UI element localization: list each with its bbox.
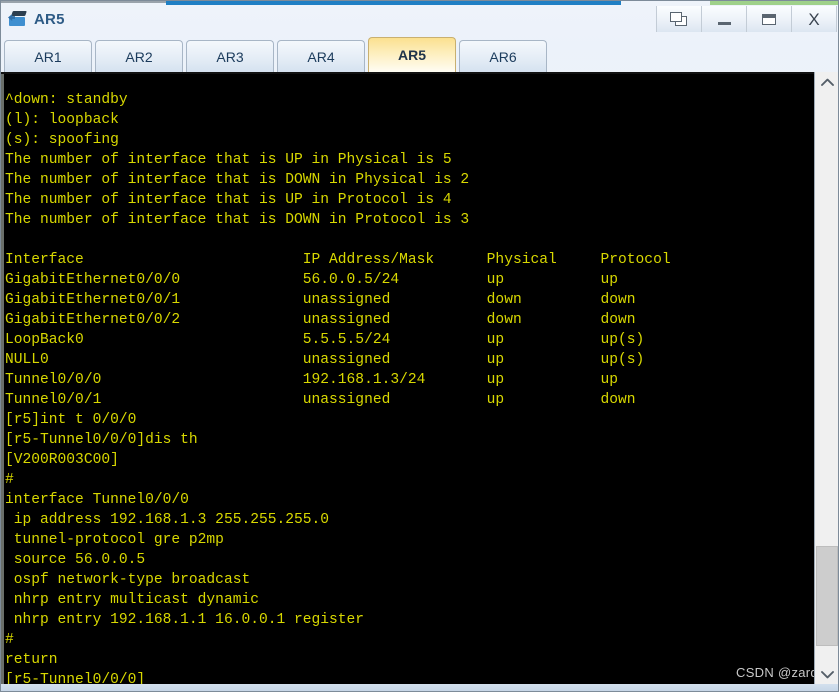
chevron-up-icon xyxy=(820,78,834,86)
tab-label: AR5 xyxy=(397,47,426,63)
window-controls: X xyxy=(656,6,837,32)
tab-ar1[interactable]: AR1 xyxy=(4,40,92,72)
title-bar: AR5 X xyxy=(0,5,839,33)
terminal-scrollbar[interactable] xyxy=(814,72,839,684)
tab-label: AR3 xyxy=(216,48,244,65)
cascade-windows-icon xyxy=(670,11,688,27)
scroll-up-button[interactable] xyxy=(815,72,839,92)
maximize-icon xyxy=(762,13,776,25)
window-bottom-edge xyxy=(0,684,839,692)
tab-label: AR6 xyxy=(489,48,517,65)
maximize-button[interactable] xyxy=(746,6,791,32)
terminal-output-area[interactable]: ^down: standby (l): loopback (s): spoofi… xyxy=(4,74,839,684)
chevron-down-icon xyxy=(820,670,834,678)
scrollbar-track[interactable] xyxy=(815,92,839,664)
restore-cascade-button[interactable] xyxy=(656,6,701,32)
top-accent-green xyxy=(710,0,839,5)
router-cli-window: AR5 X AR1 AR2 AR3 AR4 AR5 AR6 ^down: sta… xyxy=(0,0,839,692)
tab-label: AR4 xyxy=(307,48,335,65)
minimize-icon xyxy=(717,21,731,25)
scrollbar-thumb[interactable] xyxy=(816,546,838,646)
minimize-button[interactable] xyxy=(701,6,746,32)
tab-ar2[interactable]: AR2 xyxy=(95,40,183,72)
close-button[interactable]: X xyxy=(791,6,837,32)
scroll-down-button[interactable] xyxy=(815,664,839,684)
tab-ar4[interactable]: AR4 xyxy=(277,40,365,72)
window-title: AR5 xyxy=(34,10,65,28)
router-icon xyxy=(8,10,28,28)
tab-ar6[interactable]: AR6 xyxy=(459,40,547,72)
title-bar-left: AR5 xyxy=(0,10,65,28)
tab-ar3[interactable]: AR3 xyxy=(186,40,274,72)
tab-ar5[interactable]: AR5 xyxy=(368,37,456,72)
tab-label: AR2 xyxy=(125,48,153,65)
close-icon: X xyxy=(808,9,820,29)
top-accent-gray xyxy=(0,0,166,3)
terminal-text: ^down: standby (l): loopback (s): spoofi… xyxy=(5,91,671,684)
tab-label: AR1 xyxy=(34,48,62,65)
top-accent-blue xyxy=(166,0,621,5)
terminal-console[interactable]: ^down: standby (l): loopback (s): spoofi… xyxy=(0,72,839,684)
device-tab-bar: AR1 AR2 AR3 AR4 AR5 AR6 xyxy=(0,34,839,72)
